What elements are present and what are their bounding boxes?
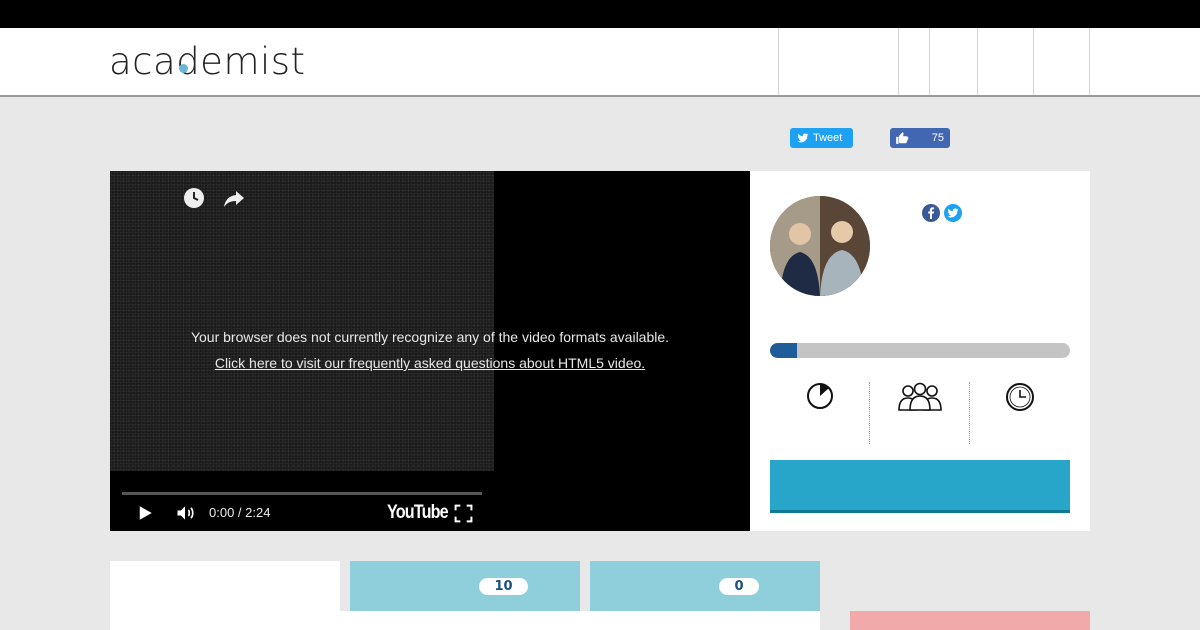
- supporters-icon: [898, 382, 942, 411]
- tab-activity-reports[interactable]: 10: [350, 561, 580, 611]
- tab-count-badge: 10: [479, 578, 528, 595]
- funding-progress-fill: [770, 343, 797, 358]
- nav-divider: [977, 28, 978, 95]
- watch-later-icon[interactable]: [182, 186, 206, 210]
- thumbs-up-icon: [896, 132, 909, 144]
- html5-faq-link[interactable]: Click here to visit our frequently asked…: [110, 355, 750, 371]
- video-error-message: Your browser does not currently recogniz…: [190, 329, 670, 345]
- sidebar-notice-box: [850, 611, 1090, 630]
- volume-icon[interactable]: [174, 503, 196, 523]
- academist-logo[interactable]: academist: [109, 40, 306, 83]
- like-count: 75: [931, 132, 944, 144]
- video-timecode: 0:00 / 2:24: [209, 505, 271, 520]
- youtube-logo[interactable]: YouTube: [387, 502, 449, 524]
- top-black-bar: [0, 0, 1200, 28]
- funding-progress-bar: [770, 343, 1070, 358]
- video-player[interactable]: Your browser does not currently recogniz…: [110, 171, 750, 531]
- nav-divider: [778, 28, 779, 95]
- site-header: academist: [0, 28, 1200, 97]
- researcher-avatar: [770, 196, 870, 296]
- stat-supporters: [870, 377, 970, 447]
- nav-divider: [898, 28, 899, 95]
- share-icon[interactable]: [222, 186, 246, 210]
- tab-overview[interactable]: [110, 561, 340, 630]
- stat-remaining-time: [970, 377, 1070, 447]
- nav-divider: [929, 28, 930, 95]
- facebook-share-icon[interactable]: [922, 204, 940, 222]
- fullscreen-icon[interactable]: [454, 504, 473, 523]
- pie-chart-icon: [807, 383, 833, 409]
- play-icon[interactable]: [136, 504, 154, 522]
- project-summary-panel: [750, 171, 1090, 531]
- nav-divider: [1089, 28, 1090, 95]
- video-progress-bar[interactable]: [122, 492, 482, 495]
- support-project-button[interactable]: [770, 460, 1070, 513]
- video-static-frame: [110, 171, 494, 471]
- tab-count-badge: 0: [719, 578, 759, 595]
- nav-divider: [1033, 28, 1034, 95]
- tweet-button[interactable]: Tweet: [790, 128, 853, 148]
- tab-content-area: [340, 611, 820, 630]
- facebook-like-button[interactable]: 75: [890, 128, 950, 148]
- logo-dot-icon: [179, 64, 188, 73]
- twitter-share-icon[interactable]: [944, 204, 962, 222]
- tweet-label: Tweet: [813, 132, 843, 144]
- logo-text: academist: [109, 40, 306, 83]
- clock-icon: [1006, 383, 1034, 411]
- stat-achievement: [770, 377, 870, 447]
- tab-comments[interactable]: 0: [590, 561, 820, 611]
- twitter-bird-icon: [797, 133, 809, 143]
